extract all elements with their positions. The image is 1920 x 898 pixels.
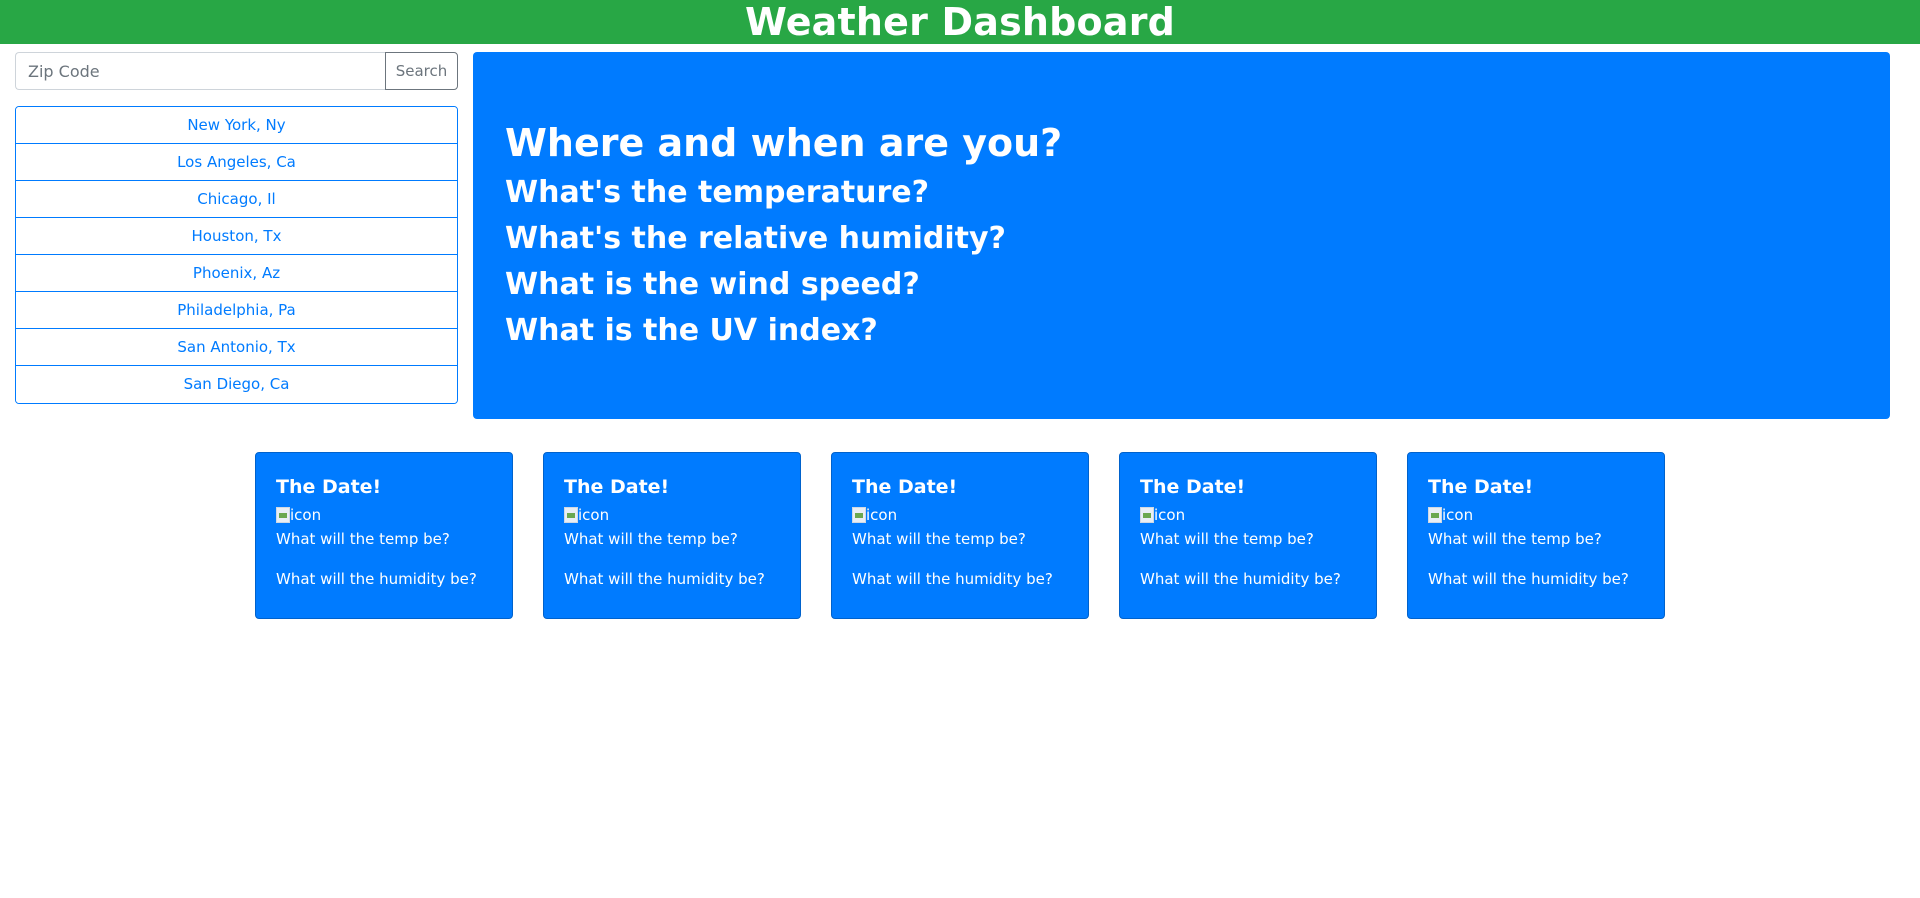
page-title: Weather Dashboard [744, 0, 1176, 44]
current-wind-speed: What is the wind speed? [505, 267, 920, 302]
search-button[interactable]: Search [385, 52, 458, 90]
current-humidity: What's the relative humidity? [505, 221, 1006, 256]
city-item[interactable]: New York, Ny [16, 107, 457, 144]
icon-alt-text: icon [866, 506, 898, 524]
broken-image-icon [1140, 507, 1154, 523]
city-item[interactable]: Houston, Tx [16, 218, 457, 255]
broken-image-icon [1428, 507, 1442, 523]
weather-icon: icon [1428, 505, 1644, 525]
forecast-card: The Date! icon What will the temp be? Wh… [1407, 452, 1665, 619]
city-item[interactable]: San Diego, Ca [16, 366, 457, 403]
forecast-humidity: What will the humidity be? [852, 570, 1053, 588]
weather-icon: icon [852, 505, 1068, 525]
search-group: Search [15, 52, 458, 90]
forecast-date: The Date! [276, 476, 382, 498]
forecast-humidity: What will the humidity be? [1140, 570, 1341, 588]
weather-icon: icon [276, 505, 492, 525]
current-location: Where and when are you? [505, 121, 1063, 165]
icon-alt-text: icon [578, 506, 610, 524]
broken-image-icon [276, 507, 290, 523]
forecast-temp: What will the temp be? [852, 530, 1026, 548]
forecast-card: The Date! icon What will the temp be? Wh… [831, 452, 1089, 619]
city-item[interactable]: San Antonio, Tx [16, 329, 457, 366]
forecast-card: The Date! icon What will the temp be? Wh… [543, 452, 801, 619]
forecast-temp: What will the temp be? [276, 530, 450, 548]
forecast-humidity: What will the humidity be? [276, 570, 477, 588]
city-item[interactable]: Chicago, Il [16, 181, 457, 218]
page-header: Weather Dashboard [0, 0, 1920, 44]
forecast-temp: What will the temp be? [1140, 530, 1314, 548]
forecast-card: The Date! icon What will the temp be? Wh… [1119, 452, 1377, 619]
forecast-humidity: What will the humidity be? [1428, 570, 1629, 588]
forecast-date: The Date! [564, 476, 670, 498]
current-uv-index: What is the UV index? [505, 313, 878, 348]
forecast-temp: What will the temp be? [1428, 530, 1602, 548]
weather-icon: icon [1140, 505, 1356, 525]
five-day-forecast: The Date! icon What will the temp be? Wh… [255, 452, 1665, 619]
current-temperature: What's the temperature? [505, 175, 930, 210]
forecast-temp: What will the temp be? [564, 530, 738, 548]
weather-icon: icon [564, 505, 780, 525]
saved-cities-list: New York, Ny Los Angeles, Ca Chicago, Il… [15, 106, 458, 404]
broken-image-icon [564, 507, 578, 523]
city-item[interactable]: Los Angeles, Ca [16, 144, 457, 181]
forecast-date: The Date! [1140, 476, 1246, 498]
icon-alt-text: icon [1442, 506, 1474, 524]
forecast-card: The Date! icon What will the temp be? Wh… [255, 452, 513, 619]
icon-alt-text: icon [1154, 506, 1186, 524]
city-item[interactable]: Phoenix, Az [16, 255, 457, 292]
city-item[interactable]: Philadelphia, Pa [16, 292, 457, 329]
forecast-date: The Date! [1428, 476, 1534, 498]
forecast-humidity: What will the humidity be? [564, 570, 765, 588]
broken-image-icon [852, 507, 866, 523]
current-weather-panel: Where and when are you? What's the tempe… [473, 52, 1890, 419]
zip-code-input[interactable] [15, 52, 385, 90]
icon-alt-text: icon [290, 506, 322, 524]
forecast-date: The Date! [852, 476, 958, 498]
